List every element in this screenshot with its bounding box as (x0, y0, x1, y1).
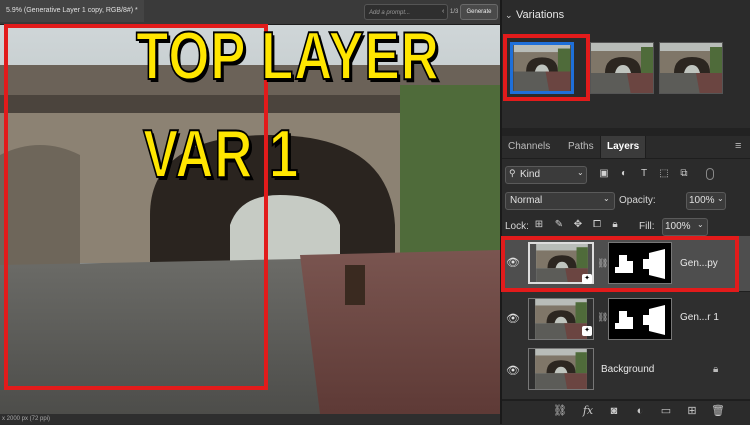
opacity-label: Opacity: (619, 195, 656, 206)
document-tab[interactable]: 5.9% (Generative Layer 1 copy, RGB/8#) * (0, 0, 144, 22)
variation-thumb-2[interactable] (590, 42, 654, 94)
layer-name[interactable]: Background (601, 364, 654, 375)
link-icon[interactable]: ⛓︎ (597, 312, 608, 323)
fill-label: Fill: (639, 221, 655, 232)
new-layer-icon[interactable]: ⊞ (684, 404, 700, 418)
add-mask-icon[interactable]: ◙ (606, 404, 622, 418)
kind-filter-select[interactable]: Kind (505, 166, 587, 184)
overlay-title-line1: TOP LAYER (135, 18, 440, 94)
smart-object-filter-icon[interactable]: ⧉ (678, 168, 690, 180)
highlight-box-layer (501, 236, 739, 292)
lock-brush-icon[interactable]: ✎ (553, 219, 565, 231)
chevron-left-icon[interactable]: ‹ (442, 4, 444, 20)
lock-transparent-icon[interactable]: ⊞ (533, 219, 545, 231)
layer-thumbnail (528, 348, 594, 390)
lock-artboard-icon[interactable]: ⧠ (591, 219, 603, 231)
blend-mode-select[interactable]: Normal (505, 192, 615, 210)
chevron-down-icon[interactable]: ⌄ (505, 6, 513, 24)
highlight-box-variation (503, 34, 590, 101)
status-bar: x 2000 px (72 ppi) (0, 414, 502, 424)
type-filter-icon[interactable]: T (638, 168, 650, 180)
eye-icon[interactable]: 👁︎ (506, 364, 520, 377)
eye-icon[interactable]: 👁︎ (506, 312, 520, 325)
delete-icon[interactable]: 🗑︎ (710, 404, 726, 418)
link-icon[interactable]: ⛓︎ (552, 404, 568, 418)
variations-header: Variations (516, 9, 565, 21)
overlay-title-line2: VAR 1 (142, 116, 300, 192)
lock-label: Lock: (505, 221, 529, 232)
generative-badge-icon: ✦ (582, 326, 592, 336)
chevron-down-icon[interactable]: ⌄ (697, 220, 704, 229)
search-icon: ⚲ (509, 168, 516, 178)
shape-filter-icon[interactable]: ⬚ (658, 168, 670, 180)
panel-divider (502, 128, 750, 136)
variation-thumb-3[interactable] (659, 42, 723, 94)
generate-button[interactable]: Generate (460, 4, 498, 20)
lock-icon: 🔒︎ (713, 364, 719, 375)
lock-all-icon[interactable]: 🔒︎ (609, 219, 621, 231)
panel-menu-icon[interactable]: ≡ (735, 140, 741, 152)
layer-name[interactable]: Gen...r 1 (680, 312, 719, 323)
image-filter-icon[interactable]: ▣ (598, 168, 610, 180)
adjustment-filter-icon[interactable]: ◐ (618, 168, 630, 180)
tab-paths[interactable]: Paths (562, 136, 600, 158)
chevron-down-icon[interactable]: ⌄ (717, 194, 724, 203)
tab-channels[interactable]: Channels (502, 136, 556, 158)
adjustment-icon[interactable]: ◐ (632, 404, 648, 418)
tab-layers[interactable]: Layers (600, 136, 647, 158)
new-group-icon[interactable]: ▭ (658, 404, 674, 418)
variation-counter: 1/3 (450, 9, 459, 15)
chevron-down-icon: ⌄ (577, 168, 584, 177)
layer-mask-thumbnail[interactable] (608, 298, 672, 340)
chevron-down-icon: ⌄ (603, 194, 610, 203)
lock-move-icon[interactable]: ✥ (572, 219, 584, 231)
filter-toggle[interactable] (706, 168, 714, 180)
fx-icon[interactable]: fx (580, 404, 596, 418)
layer-row[interactable]: 👁︎ ✦ ⛓︎ Gen...r 1 (502, 292, 750, 348)
